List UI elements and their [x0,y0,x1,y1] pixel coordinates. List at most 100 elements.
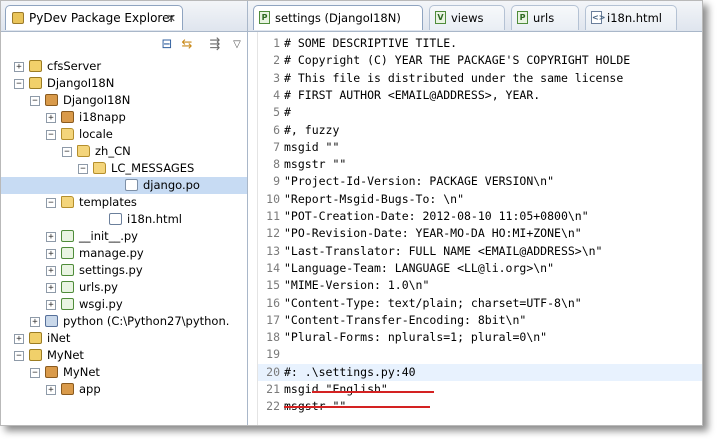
code-text: # SOME DESCRIPTIVE TITLE. [284,36,458,50]
line-number: 5 [273,105,280,120]
po-file-icon [125,179,138,191]
pydev-explorer-icon [12,12,24,24]
close-icon[interactable]: ✕ [167,6,176,31]
code-line: 18 "Plural-Forms: nplurals=1; plural=0\n" [258,329,702,346]
tree-item-label: locale [79,127,113,141]
line-number: 22 [266,399,280,414]
code-text: # [284,105,291,120]
tree-item-label: DjangoI18N [63,93,131,107]
line-number: 2 [273,53,280,68]
expand-icon[interactable]: + [30,317,40,327]
code-text: msgid "" [284,139,340,154]
collapse-all-icon[interactable]: ⊟ [159,37,175,53]
code-text: msgid "English" [284,382,388,396]
collapse-icon[interactable]: − [30,96,40,106]
tree-item[interactable]: + app [1,381,247,398]
ide-window: PyDev Package Explorer ✕ ⊟ ⇆ ⇶ ▽ + cfsSer… [0,0,703,426]
editor-tab[interactable]: <> i18n.html [585,5,677,30]
expand-icon[interactable]: + [46,385,56,395]
line-number: 16 [266,295,280,310]
tree-item[interactable]: − templates [1,194,247,211]
view-menu-arrow-icon[interactable]: ▽ [229,37,245,53]
tree-item[interactable]: + settings.py [1,262,247,279]
tree-item[interactable]: + i18napp [1,109,247,126]
tree-item[interactable]: − zh_CN [1,143,247,160]
editor-tab[interactable]: Psettings (DjangoI18N) [253,5,423,30]
code-line: 1 # SOME DESCRIPTIVE TITLE. [258,35,702,52]
folder-icon [93,162,106,174]
line-number: 19 [266,347,280,362]
line-number: 7 [273,139,280,154]
tree-item[interactable]: − MyNet [1,347,247,364]
expand-icon[interactable]: + [46,300,56,310]
folder-icon [77,145,90,157]
tree-item[interactable]: + wsgi.py [1,296,247,313]
expand-icon[interactable]: + [46,249,56,259]
line-number: 9 [273,174,280,189]
tree-item-label: DjangoI18N [47,76,115,90]
collapse-icon[interactable]: − [62,147,72,157]
python-file-icon [61,281,74,293]
link-with-editor-icon[interactable]: ⇆ [179,37,195,53]
tree-item[interactable]: − DjangoI18N [1,75,247,92]
line-number: 12 [266,226,280,241]
collapse-icon[interactable]: − [78,164,88,174]
tree-item[interactable]: django.po [1,177,247,194]
expand-icon[interactable]: + [46,232,56,242]
line-number: 6 [273,122,280,137]
code-line: 17 "Content-Transfer-Encoding: 8bit\n" [258,312,702,329]
code-line: 19 [258,346,702,363]
python-file-icon: P [517,11,528,24]
tree-item[interactable]: − locale [1,126,247,143]
editor-area: Psettings (DjangoI18N) Vviews Purls <> i18n.… [248,1,702,425]
line-number: 21 [266,382,280,396]
editor-tab[interactable]: Vviews [429,5,505,30]
code-line: 15 "MIME-Version: 1.0\n" [258,277,702,294]
tree-item-label: LC_MESSAGES [111,161,195,175]
line-number: 17 [266,312,280,327]
tree-item[interactable]: − DjangoI18N [1,92,247,109]
tree-item[interactable]: + manage.py [1,245,247,262]
line-number: 18 [266,330,280,345]
collapse-icon[interactable]: − [46,198,56,208]
project-icon [29,349,42,361]
explorer-tab[interactable]: PyDev Package Explorer ✕ [5,5,183,30]
code-text: "Report-Msgid-Bugs-To: \n" [284,191,465,206]
code-line: 6 #, fuzzy [258,122,702,139]
code-text: "Plural-Forms: nplurals=1; plural=0\n" [284,330,548,345]
collapse-icon[interactable]: − [14,351,24,361]
view-menu-icon[interactable]: ⇶ [207,37,223,53]
tree-item[interactable]: + urls.py [1,279,247,296]
python-file-icon: V [435,11,446,24]
package-icon [45,366,58,378]
python-file-icon [61,298,74,310]
tree-item[interactable]: + python (C:\Python27\python. [1,313,247,330]
collapse-icon[interactable]: − [30,368,40,378]
explorer-tab-bar: PyDev Package Explorer ✕ [1,1,247,32]
code-line: 3 # This file is distributed under the sa… [258,70,702,87]
package-icon [61,111,74,123]
folder-icon [61,196,74,208]
tree-item-label: python (C:\Python27\python. [63,314,230,328]
tree-item-label: __init__.py [79,229,138,243]
tree-item[interactable]: + iNet [1,330,247,347]
tree-item-label: MyNet [63,365,100,379]
tree-item[interactable]: − MyNet [1,364,247,381]
tree-item-label: settings.py [79,263,143,277]
tree-item[interactable]: + cfsServer [1,58,247,75]
line-number: 11 [266,209,280,223]
tree-item[interactable]: i18n.html [1,211,247,228]
tree-item-label: iNet [47,331,71,345]
expand-icon[interactable]: + [14,62,24,72]
expand-icon[interactable]: + [46,113,56,123]
collapse-icon[interactable]: − [14,79,24,89]
tree-item[interactable]: + __init__.py [1,228,247,245]
expand-icon[interactable]: + [14,334,24,344]
collapse-icon[interactable]: − [46,130,56,140]
tree-item[interactable]: − LC_MESSAGES [1,160,247,177]
expand-icon[interactable]: + [46,283,56,293]
line-number: 14 [266,260,280,275]
editor-tab[interactable]: Purls [511,5,579,30]
expand-icon[interactable]: + [46,266,56,276]
tree-item-label: zh_CN [95,144,131,158]
